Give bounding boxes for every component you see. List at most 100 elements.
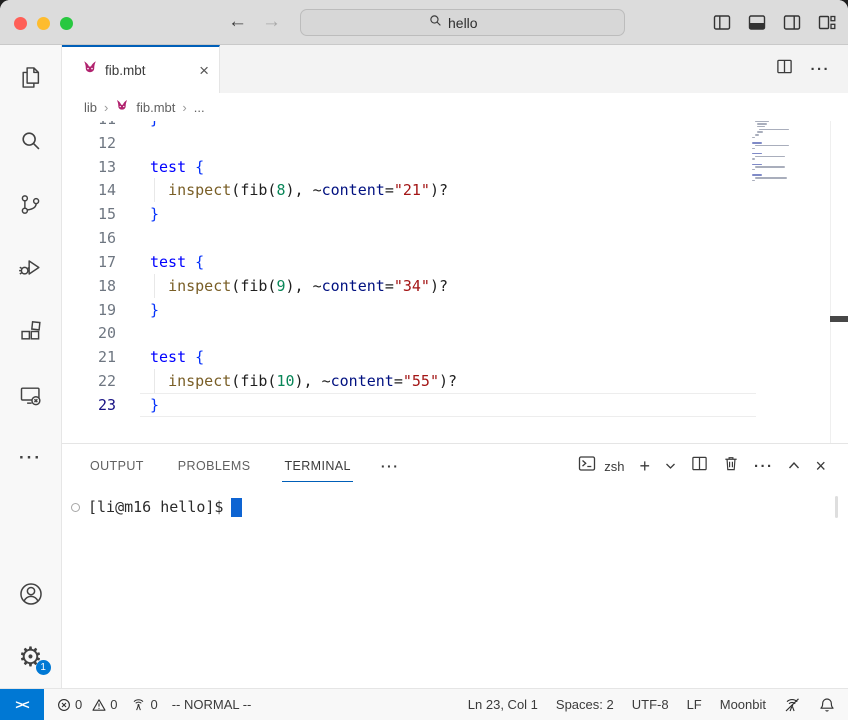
- breadcrumb-folder[interactable]: lib: [84, 100, 97, 115]
- line-number: 23: [97, 395, 116, 414]
- editor-more-actions-icon[interactable]: ···: [811, 61, 831, 78]
- terminal-more-actions-icon[interactable]: ···: [754, 458, 774, 475]
- extensions-icon[interactable]: [0, 308, 61, 354]
- line-number: 18: [97, 276, 116, 295]
- code-text: inspect(fib(9), ~content="34")?: [168, 276, 449, 295]
- tab-output[interactable]: OUTPUT: [90, 444, 144, 488]
- close-window-button[interactable]: [14, 17, 27, 30]
- warning-icon: [92, 698, 106, 711]
- code-line[interactable]: 22 inspect(fib(10), ~content="55")?: [62, 369, 848, 394]
- minimap[interactable]: [752, 121, 814, 183]
- launch-profile-chevron-icon[interactable]: [665, 457, 676, 475]
- tab-terminal[interactable]: TERMINAL: [282, 444, 354, 488]
- breadcrumb-file[interactable]: fib.mbt: [136, 100, 175, 115]
- breadcrumb: lib › fib.mbt › ...: [62, 93, 848, 121]
- indent-guide: [154, 369, 155, 394]
- remote-indicator[interactable]: ><: [0, 688, 44, 720]
- code-line[interactable]: 18 inspect(fib(9), ~content="34")?: [62, 273, 848, 298]
- shell-label[interactable]: zsh: [604, 459, 624, 474]
- source-control-icon[interactable]: [0, 181, 61, 227]
- run-debug-icon[interactable]: [0, 244, 61, 290]
- vscode-window: ← → hello ··· ⚙ 1 fib.mbt × ··· lib › fi…: [0, 0, 848, 720]
- navigate-forward-button[interactable]: →: [262, 10, 281, 34]
- toggle-primary-sidebar-icon[interactable]: [713, 14, 731, 31]
- code-text: }: [150, 205, 160, 224]
- panel-more-tabs-icon[interactable]: ···: [381, 458, 400, 474]
- command-decoration-icon[interactable]: [71, 502, 80, 512]
- line-number: 12: [97, 133, 116, 152]
- toggle-panel-icon[interactable]: [748, 14, 766, 31]
- radio-tower-icon: [134, 699, 144, 711]
- search-input[interactable]: [448, 14, 496, 31]
- encoding[interactable]: UTF-8: [625, 697, 676, 712]
- code-line[interactable]: 11}: [62, 121, 848, 131]
- tab-label: fib.mbt: [105, 62, 146, 78]
- bottom-panel: OUTPUT PROBLEMS TERMINAL ··· zsh + ··· ×…: [62, 443, 848, 688]
- panel-scrollbar[interactable]: [835, 496, 838, 518]
- terminal-shell-icon: [578, 455, 596, 477]
- code-line[interactable]: 21 test {: [62, 345, 848, 369]
- line-number: 15: [97, 205, 116, 224]
- code-text: test {: [150, 348, 205, 367]
- navigate-back-button[interactable]: ←: [228, 10, 247, 34]
- minimize-window-button[interactable]: [37, 17, 50, 30]
- code-line[interactable]: 14 inspect(fib(8), ~content="21")?: [62, 178, 848, 203]
- cursor-position[interactable]: Ln 23, Col 1: [461, 697, 545, 712]
- problems-status[interactable]: 0 0: [50, 697, 124, 712]
- command-center-search[interactable]: [300, 9, 625, 36]
- tab-problems[interactable]: PROBLEMS: [178, 444, 251, 488]
- chevron-right-icon: ›: [104, 99, 109, 115]
- toggle-secondary-sidebar-icon[interactable]: [783, 14, 801, 31]
- ports-count: 0: [150, 697, 158, 712]
- code-line[interactable]: 20: [62, 321, 848, 345]
- more-views-icon[interactable]: ···: [0, 435, 61, 481]
- zoom-window-button[interactable]: [60, 17, 73, 30]
- search-icon: [429, 14, 442, 32]
- broadcast-off-icon[interactable]: [777, 697, 808, 713]
- notifications-bell-icon[interactable]: [812, 697, 842, 713]
- line-number: 17: [97, 252, 116, 271]
- status-bar: >< 0 0 0 -- NORMAL -- Ln 23, Col 1 Space…: [0, 688, 848, 720]
- code-text: test {: [150, 157, 205, 176]
- split-editor-icon[interactable]: [776, 58, 793, 80]
- eol-sequence[interactable]: LF: [680, 697, 709, 712]
- indentation[interactable]: Spaces: 2: [549, 697, 621, 712]
- code-line[interactable]: 15}: [62, 202, 848, 226]
- code-line[interactable]: 13 test {: [62, 155, 848, 179]
- code-line[interactable]: 17 test {: [62, 250, 848, 274]
- kill-terminal-trash-icon[interactable]: [723, 455, 739, 477]
- code-line[interactable]: 23}: [62, 392, 848, 417]
- tab-fib-mbt[interactable]: fib.mbt ×: [62, 45, 220, 93]
- code-text: }: [150, 395, 160, 414]
- code-line[interactable]: 12: [62, 131, 848, 155]
- maximize-panel-chevron-icon[interactable]: [788, 457, 800, 475]
- new-terminal-icon[interactable]: +: [639, 457, 650, 475]
- indent-guide: [154, 273, 155, 298]
- line-number: 20: [97, 324, 116, 343]
- close-panel-icon[interactable]: ×: [815, 456, 826, 477]
- warning-count: 0: [110, 697, 118, 712]
- customize-layout-icon[interactable]: [818, 14, 836, 31]
- ports-status[interactable]: 0: [124, 697, 164, 712]
- panel-header: OUTPUT PROBLEMS TERMINAL ··· zsh + ··· ×: [62, 444, 848, 488]
- code-text: inspect(fib(8), ~content="21")?: [168, 181, 449, 200]
- code-text: }: [150, 121, 159, 131]
- settings-gear-icon[interactable]: ⚙ 1: [0, 634, 61, 680]
- breadcrumb-symbol[interactable]: ...: [194, 100, 205, 115]
- code-line[interactable]: 16: [62, 226, 848, 250]
- code-line[interactable]: 19}: [62, 298, 848, 322]
- remote-explorer-icon[interactable]: [0, 372, 61, 418]
- scrollbar-handle[interactable]: [830, 316, 848, 322]
- language-mode[interactable]: Moonbit: [713, 697, 773, 712]
- code-text: }: [150, 300, 160, 319]
- tab-close-icon[interactable]: ×: [199, 62, 209, 79]
- split-terminal-icon[interactable]: [691, 455, 708, 477]
- error-icon: [58, 698, 70, 711]
- code-editor[interactable]: 11} 12 13 test {14 inspect(fib(8), ~content…: [62, 121, 848, 443]
- terminal-viewport[interactable]: [li@m16 hello]$: [62, 488, 848, 688]
- vim-mode-indicator[interactable]: -- NORMAL --: [165, 697, 259, 712]
- search-sidebar-icon[interactable]: [0, 117, 61, 163]
- account-icon[interactable]: [0, 571, 61, 617]
- line-number: 11: [62, 121, 116, 131]
- explorer-icon[interactable]: [0, 54, 61, 100]
